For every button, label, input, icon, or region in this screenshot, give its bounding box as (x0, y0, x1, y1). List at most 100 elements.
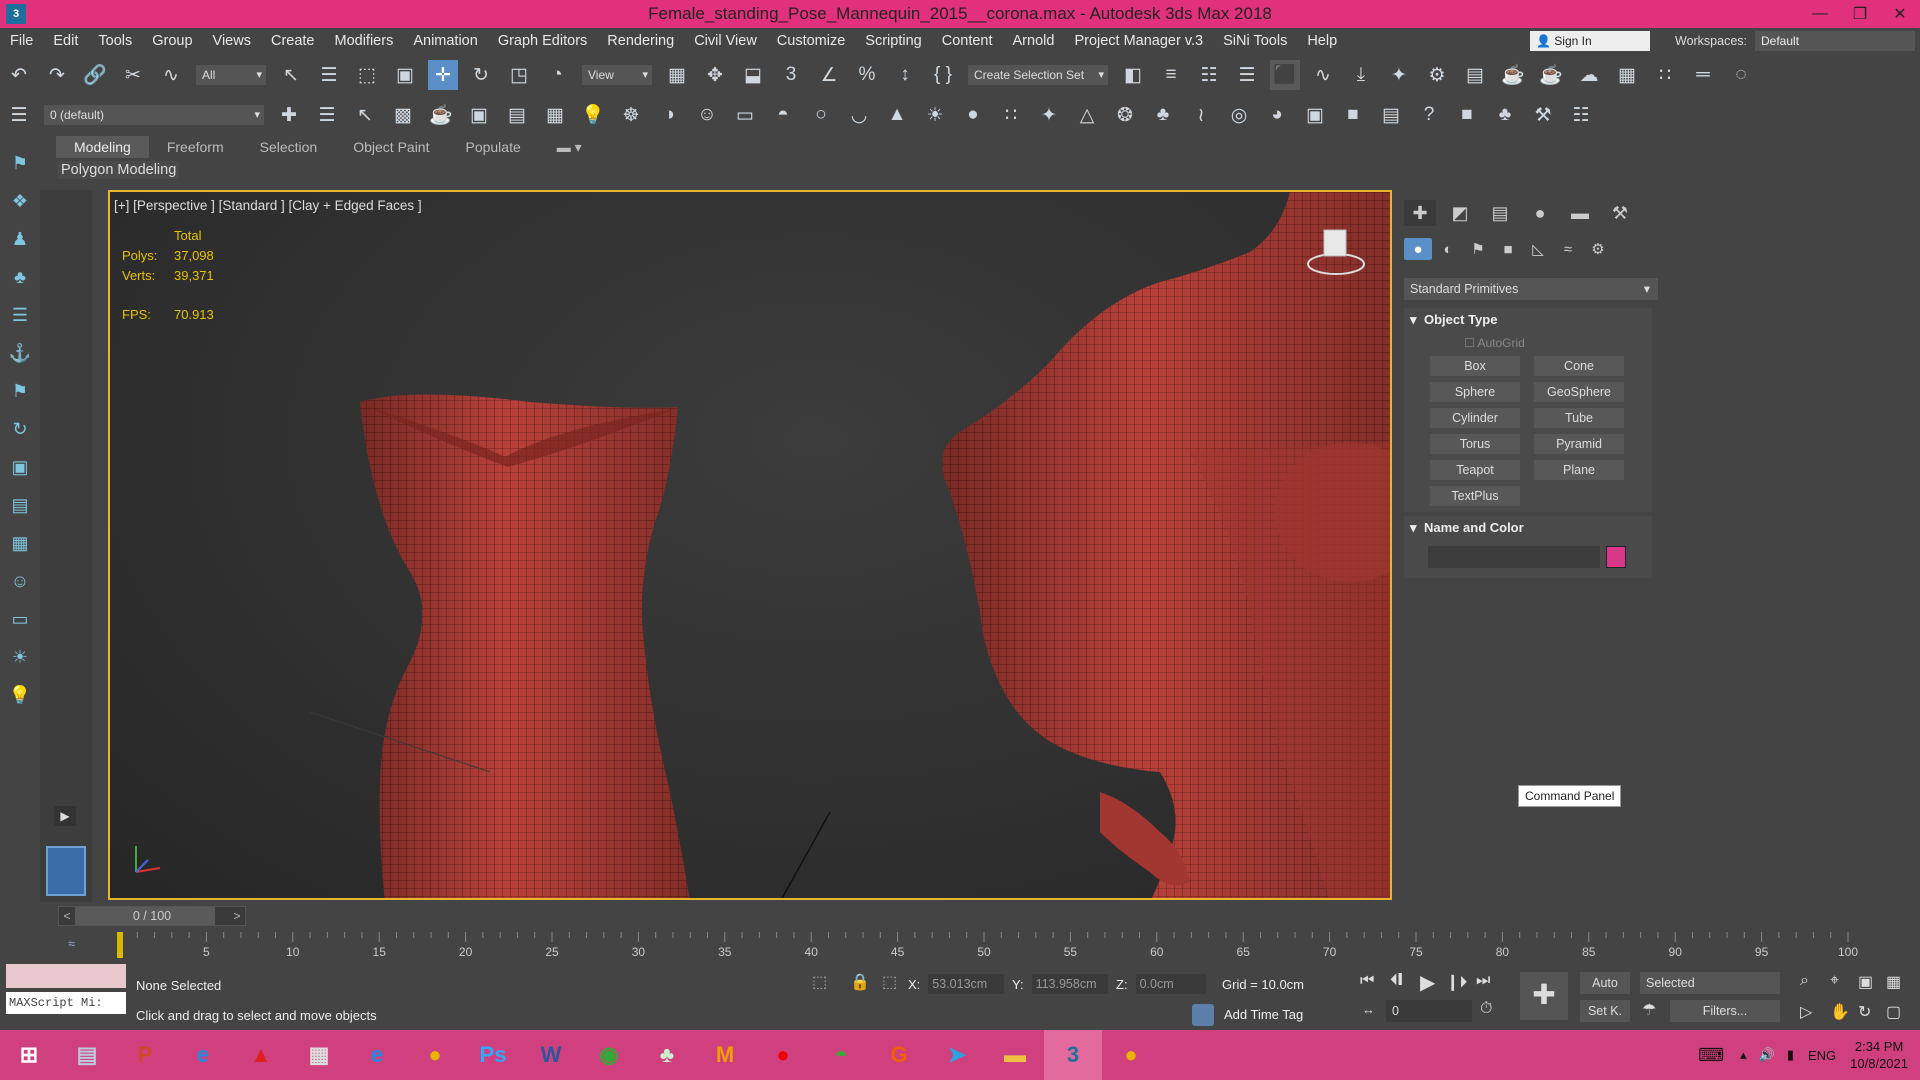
render-sphere-icon[interactable]: ◕ (1262, 100, 1292, 130)
help-icon[interactable]: ? (1414, 100, 1444, 130)
menu-create[interactable]: Create (261, 28, 325, 54)
utilities-tab-icon[interactable]: ⚒ (1604, 200, 1636, 226)
scatter-icon[interactable]: ∷ (996, 100, 1026, 130)
polygon-modeling-panel[interactable]: Polygon Modeling (58, 161, 180, 179)
cone-button[interactable]: Cone (1534, 356, 1624, 376)
ribbon-options-icon[interactable]: ▬ ▾ (539, 136, 600, 158)
film-icon[interactable]: ▤ (502, 100, 532, 130)
geosphere-button[interactable]: GeoSphere (1534, 382, 1624, 402)
render-a360-icon[interactable]: ▦ (1612, 60, 1642, 90)
folder-taskbar-icon[interactable]: ▬ (986, 1030, 1044, 1080)
menu-graph-editors[interactable]: Graph Editors (488, 28, 597, 54)
next-frame-icon[interactable]: ❙⏵ (1446, 972, 1467, 992)
listener-color-box[interactable] (6, 964, 126, 988)
spacewarps-icon[interactable]: ≈ (1554, 238, 1582, 260)
measure-left-icon[interactable]: ⚓ (6, 340, 34, 366)
grid-table-icon[interactable]: ▦ (540, 100, 570, 130)
layers-icon[interactable]: ☰ (312, 100, 342, 130)
edit-named-selection-icon[interactable]: { } (928, 60, 958, 90)
render-cloud-icon[interactable]: ☁ (1574, 60, 1604, 90)
create-tab-icon[interactable]: ✚ (1404, 200, 1436, 226)
camera-rig-icon[interactable]: △ (1072, 100, 1102, 130)
sign-in-button[interactable]: 👤 Sign In (1530, 31, 1650, 51)
z-field[interactable]: 0.0cm (1135, 974, 1206, 994)
menu-modifiers[interactable]: Modifiers (325, 28, 404, 54)
shapes-icon[interactable]: ◐ (1434, 238, 1462, 260)
tree-taskbar-icon[interactable]: ♣ (638, 1030, 696, 1080)
forest-pack-icon[interactable]: ■ (1452, 100, 1482, 130)
primitive-category-dropdown[interactable]: Standard Primitives (1404, 278, 1658, 300)
lights-icon[interactable]: ⚑ (1464, 238, 1492, 260)
time-config-icon[interactable]: ⏱ (1480, 1000, 1492, 1018)
sun-icon[interactable]: ☀ (920, 100, 950, 130)
object-name-input[interactable] (1428, 546, 1600, 568)
menu-rendering[interactable]: Rendering (597, 28, 684, 54)
sphere-half-icon[interactable]: ◑ (654, 100, 684, 130)
zoom-all-icon[interactable]: ⌖ (1830, 972, 1839, 990)
globe-taskbar-icon[interactable]: ◉ (580, 1030, 638, 1080)
perspective-viewport[interactable]: [+] [Perspective ] [Standard ] [Clay + E… (108, 190, 1392, 900)
zoom-extents-all-icon[interactable]: ▦ (1886, 972, 1901, 992)
layer-hide-icon[interactable]: ▩ (388, 100, 418, 130)
bookmark-icon[interactable]: ⚑ (6, 378, 34, 404)
hierarchy-tab-icon[interactable]: ▤ (1484, 200, 1516, 226)
cameras-icon[interactable]: ■ (1494, 238, 1522, 260)
powerpoint-taskbar-icon[interactable]: P (116, 1030, 174, 1080)
snaps-toggle-icon[interactable]: 3 (776, 60, 806, 90)
angle-snap-icon[interactable]: ∠ (814, 60, 844, 90)
people-icon[interactable]: ☺ (692, 100, 722, 130)
goto-start-icon[interactable]: ⏮ (1360, 972, 1374, 990)
viewport-layout-thumb[interactable] (46, 846, 86, 896)
list-panel-icon[interactable]: ☰ (6, 302, 34, 328)
menu-customize[interactable]: Customize (767, 28, 856, 54)
plane-button[interactable]: Plane (1534, 460, 1624, 480)
light-bulb-icon[interactable]: 💡 (578, 100, 608, 130)
isolate-icon[interactable]: ⬚ (812, 972, 827, 992)
link-icon[interactable]: 🔗 (80, 60, 110, 90)
y-field[interactable]: 113.958cm (1031, 974, 1108, 994)
tab-selection[interactable]: Selection (242, 136, 336, 158)
recorder-taskbar-icon[interactable]: ● (754, 1030, 812, 1080)
pyramid-button[interactable]: Pyramid (1534, 434, 1624, 454)
keyboard-icon[interactable]: ⌨ (1698, 1045, 1724, 1066)
expand-arrow-icon[interactable]: ▶ (54, 806, 76, 826)
maximize-viewport-icon[interactable]: ▢ (1886, 1002, 1901, 1022)
play-icon[interactable]: ▶ (1420, 970, 1435, 995)
clock[interactable]: 2:34 PM 10/8/2021 (1850, 1038, 1908, 1072)
select-by-name-icon[interactable]: ☰ (314, 60, 344, 90)
textplus-button[interactable]: TextPlus (1430, 486, 1520, 506)
pan-icon[interactable]: ❖ (6, 188, 34, 214)
mirror-icon[interactable]: ◧ (1118, 60, 1148, 90)
ribbon-toggle-icon[interactable]: ⬛ (1270, 60, 1300, 90)
zoom-icon[interactable]: ⌕ (1800, 972, 1809, 990)
fur-ball-icon[interactable]: ◎ (1224, 100, 1254, 130)
current-frame-marker[interactable] (117, 932, 123, 958)
sphere-light-icon[interactable]: ● (958, 100, 988, 130)
menu-animation[interactable]: Animation (403, 28, 487, 54)
list-icon[interactable]: ☷ (1566, 100, 1596, 130)
tab-freeform[interactable]: Freeform (149, 136, 242, 158)
scale-icon[interactable]: ◳ (504, 60, 534, 90)
railclone-icon[interactable]: ♣ (1490, 100, 1520, 130)
tools-icon[interactable]: ⚒ (1528, 100, 1558, 130)
rendered-frame-icon[interactable]: ▤ (1460, 60, 1490, 90)
timeline-ruler[interactable]: 5 10 15 20 25 30 35 40 45 50 55 60 65 70 75 80 85 90 95 100 (58, 932, 1858, 960)
acrobat-taskbar-icon[interactable]: ▲ (232, 1030, 290, 1080)
scene-explorer-icon[interactable]: ☷ (1194, 60, 1224, 90)
close-button[interactable]: ✕ (1880, 0, 1920, 28)
restore-button[interactable]: ❐ (1840, 0, 1880, 28)
tab-object-paint[interactable]: Object Paint (335, 136, 447, 158)
render-production-icon[interactable]: ☕ (1498, 60, 1528, 90)
cylinder-button[interactable]: Cylinder (1430, 408, 1520, 428)
word-taskbar-icon[interactable]: W (522, 1030, 580, 1080)
undo-icon[interactable]: ↶ (4, 60, 34, 90)
group-icon[interactable]: ♟ (6, 226, 34, 252)
tray-up-icon[interactable]: ▴ (1740, 1047, 1747, 1063)
zoom-extents-icon[interactable]: ▣ (1858, 972, 1873, 992)
redo-icon[interactable]: ↷ (42, 60, 72, 90)
spinner-snap-icon[interactable]: ↕ (890, 60, 920, 90)
menu-tools[interactable]: Tools (88, 28, 142, 54)
x-field[interactable]: 53.013cm (928, 974, 1005, 994)
workspaces-dropdown[interactable]: Default (1755, 31, 1915, 51)
set-key-button[interactable]: Set K. (1580, 1000, 1630, 1022)
